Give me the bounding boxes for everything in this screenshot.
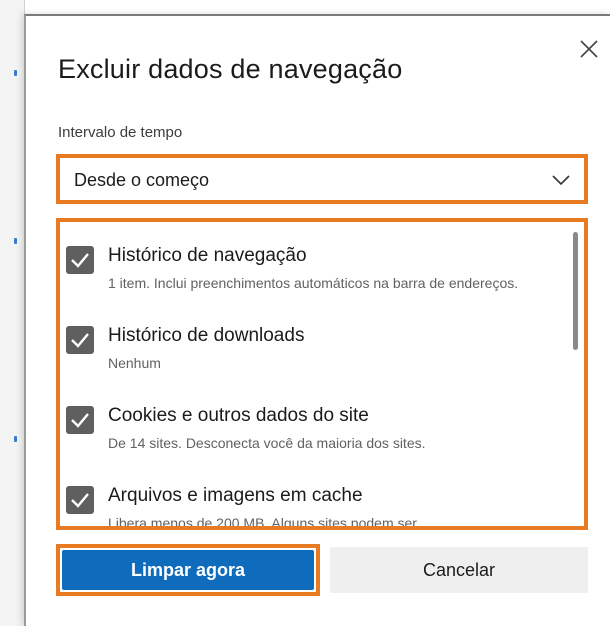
checkmark-icon (71, 413, 89, 428)
background-marker (14, 238, 17, 244)
chevron-down-icon (552, 173, 570, 186)
checkbox-download-history[interactable] (66, 326, 94, 354)
item-description: Nenhum (108, 355, 161, 371)
cancel-button[interactable]: Cancelar (330, 547, 588, 593)
close-icon[interactable] (578, 38, 600, 60)
checkmark-icon (71, 333, 89, 348)
time-range-value: Desde o começo (74, 170, 210, 190)
item-description: 1 item. Inclui preenchimentos automático… (108, 275, 519, 291)
scrollbar-thumb[interactable] (573, 232, 578, 350)
time-range-select[interactable]: Desde o começo (56, 154, 588, 204)
checkbox-cookies[interactable] (66, 406, 94, 434)
item-title: Arquivos e imagens em cache (108, 485, 363, 506)
data-types-list[interactable]: Histórico de navegação 1 item. Inclui pr… (56, 218, 588, 530)
background-marker (14, 436, 17, 442)
checkbox-cache[interactable] (66, 486, 94, 514)
checkmark-icon (71, 253, 89, 268)
clear-browsing-data-dialog: Excluir dados de navegação Intervalo de … (24, 14, 610, 626)
checkbox-browsing-history[interactable] (66, 246, 94, 274)
clear-now-button[interactable]: Limpar agora (62, 550, 314, 590)
item-title: Cookies e outros dados do site (108, 405, 369, 426)
item-title: Histórico de downloads (108, 325, 305, 346)
item-description: Libera menos de 200 MB. Alguns sites pod… (108, 515, 417, 530)
background-page (0, 0, 25, 626)
time-range-label: Intervalo de tempo (58, 124, 183, 141)
checkmark-icon (71, 493, 89, 508)
background-marker (14, 70, 17, 76)
item-description: De 14 sites. Desconecta você da maioria … (108, 435, 426, 451)
dialog-title: Excluir dados de navegação (58, 54, 403, 84)
item-title: Histórico de navegação (108, 245, 307, 266)
clear-now-highlight: Limpar agora (56, 544, 320, 596)
